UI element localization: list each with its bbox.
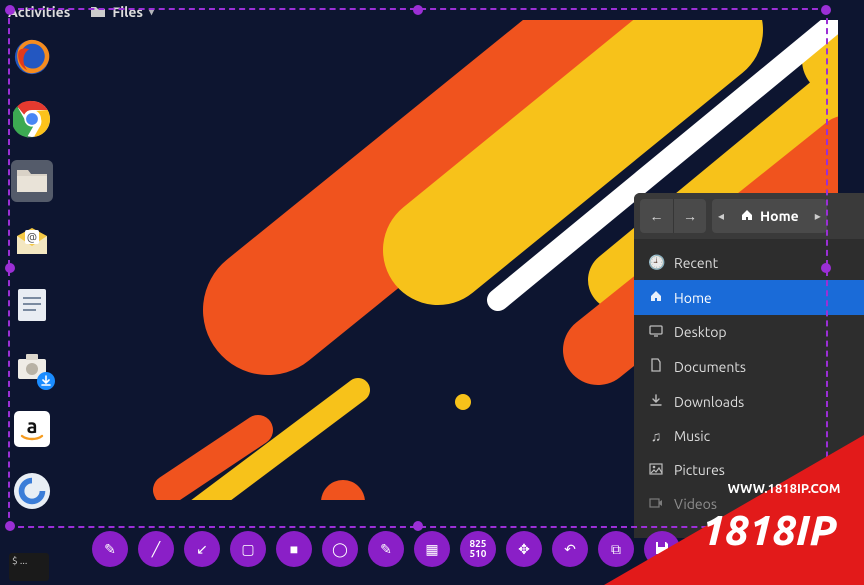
nav-forward-button[interactable]: → [673,199,706,233]
save-tool[interactable] [644,531,680,567]
path-bar[interactable]: ◂ Home ▸ [712,199,827,233]
amazon-icon: a [14,411,50,447]
sidebar-item-label: Pictures [674,462,725,478]
rect-fill-icon: ■ [290,541,298,557]
screenshot-toolbar: ✎ ╱ ↙ ▢ ■ ◯ ✎ ▦ 825 510 ✥ ↶ ⧉ ✕ [0,531,864,567]
arrow-icon: ↙ [196,541,208,558]
dock-amazon[interactable]: a [11,408,53,450]
svg-text:@: @ [27,232,37,244]
cloud-icon [745,541,763,558]
move-icon: ✥ [518,541,530,558]
line-icon: ╱ [152,541,160,558]
marker-tool[interactable]: ✎ [368,531,404,567]
dock-simplenote[interactable] [11,470,53,512]
sidebar-item-desktop[interactable]: Desktop [634,315,864,349]
move-tool[interactable]: ✥ [506,531,542,567]
sidebar-item-label: Home [674,290,712,306]
sidebar-item-music[interactable]: ♫ Music [634,419,864,453]
files-header: ← → ◂ Home ▸ [634,193,864,239]
arrow-tool[interactable]: ↙ [184,531,220,567]
files-icon [15,166,49,196]
dock-software[interactable] [11,346,53,388]
sidebar-item-label: Music [674,428,710,444]
home-icon [740,208,754,225]
activities-button[interactable]: Activities [8,4,70,20]
clock-icon: 🕘 [648,254,664,271]
download-icon [648,393,664,410]
rect-outline-icon: ▢ [241,541,254,558]
sidebar-item-recent[interactable]: 🕘 Recent [634,245,864,280]
files-menu[interactable]: Files ▾ [90,4,154,20]
dock-document[interactable] [11,284,53,326]
selection-height: 510 [470,549,487,559]
document-icon [16,287,48,323]
arrow-left-icon: ← [650,208,664,224]
line-tool[interactable]: ╱ [138,531,174,567]
music-icon: ♫ [648,428,664,444]
sidebar-item-label: Desktop [674,324,727,340]
undo-tool[interactable]: ↶ [552,531,588,567]
sidebar-item-documents[interactable]: Documents [634,349,864,384]
dock: @ a [0,24,64,585]
chrome-icon [13,100,51,138]
nav-back-button[interactable]: ← [640,199,673,233]
save-icon [654,540,670,559]
circle-tool[interactable]: ◯ [322,531,358,567]
rect-fill-tool[interactable]: ■ [276,531,312,567]
circle-icon: ◯ [332,541,348,558]
close-tool[interactable]: ✕ [690,531,726,567]
home-icon [648,289,664,306]
sidebar-item-label: Documents [674,359,746,375]
folder-icon [90,5,106,19]
close-icon: ✕ [702,541,714,558]
grid-icon: ▦ [425,541,438,558]
arrow-right-icon: → [683,208,697,224]
svg-text:a: a [27,414,38,437]
undo-icon: ↶ [564,541,576,558]
sidebar-item-label: Recent [674,255,718,271]
chevron-right-icon[interactable]: ▸ [809,209,827,223]
simplenote-icon [13,472,51,510]
copy-tool[interactable]: ⧉ [598,531,634,567]
sidebar-item-label: Downloads [674,394,744,410]
files-window: ← → ◂ Home ▸ 🕘 Recent Home Desktop Docum… [634,193,864,538]
pencil-tool[interactable]: ✎ [92,531,128,567]
chevron-left-icon[interactable]: ◂ [712,209,730,223]
download-badge-icon [37,372,55,390]
sidebar-item-downloads[interactable]: Downloads [634,384,864,419]
document-icon [648,358,664,375]
breadcrumb-home: Home [760,208,799,224]
firefox-icon [13,38,51,76]
sidebar-item-videos[interactable]: Videos [634,487,864,521]
pencil-icon: ✎ [104,541,116,558]
blur-tool[interactable]: ▦ [414,531,450,567]
chevron-down-icon: ▾ [149,6,154,18]
dock-mail[interactable]: @ [11,222,53,264]
files-menu-label: Files [112,4,143,20]
dock-files[interactable] [11,160,53,202]
sidebar-item-home[interactable]: Home [634,280,864,315]
dock-chrome[interactable] [11,98,53,140]
sidebar-item-label: Videos [674,496,717,512]
dock-firefox[interactable] [11,36,53,78]
mail-icon: @ [15,226,49,260]
video-icon [648,496,664,512]
top-bar: Activities Files ▾ [0,0,864,24]
sidebar-item-pictures[interactable]: Pictures [634,453,864,487]
desktop-icon [648,324,664,340]
marker-icon: ✎ [380,541,392,558]
files-sidebar: 🕘 Recent Home Desktop Documents Download… [634,239,864,538]
dimensions-readout: 825 510 [460,531,496,567]
resize-handle-icon[interactable] [413,521,423,531]
copy-icon: ⧉ [611,541,621,558]
upload-tool[interactable] [736,531,772,567]
picture-icon [648,462,664,478]
rect-outline-tool[interactable]: ▢ [230,531,266,567]
